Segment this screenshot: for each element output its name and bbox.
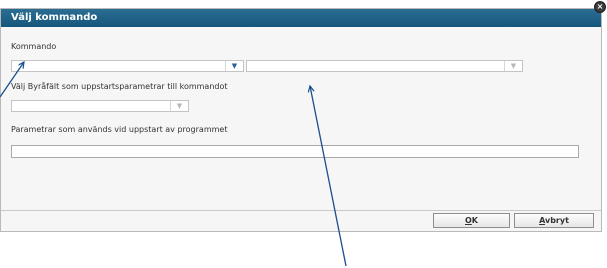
chevron-down-icon[interactable]: ▼: [225, 61, 243, 71]
kommando-dropdown[interactable]: ▼: [11, 60, 244, 72]
parametrar-label: Parametrar som används vid uppstart av p…: [11, 125, 228, 134]
cancel-button[interactable]: Avbryt: [514, 213, 594, 228]
ok-mnemonic: O: [464, 216, 472, 225]
choose-command-dialog: Välj kommando Kommando ▼ ▼ Välj Byråfält…: [0, 8, 602, 232]
kommando-label: Kommando: [11, 42, 57, 51]
kommando-secondary-dropdown[interactable]: ▼: [246, 60, 523, 72]
byrafalt-label: Välj Byråfält som uppstartsparametrar ti…: [11, 82, 228, 91]
chevron-down-icon[interactable]: ▼: [504, 61, 522, 71]
page: Välj kommando Kommando ▼ ▼ Välj Byråfält…: [0, 0, 607, 268]
ok-label-rest: K: [471, 216, 478, 225]
ok-button[interactable]: OK: [433, 213, 510, 228]
cancel-label-rest: vbryt: [544, 216, 569, 225]
parametrar-input[interactable]: [11, 145, 579, 158]
close-icon[interactable]: ×: [594, 1, 606, 13]
dialog-title: Välj kommando: [1, 9, 601, 27]
chevron-down-icon[interactable]: ▼: [170, 101, 188, 111]
footer-divider: [1, 210, 601, 211]
byrafalt-dropdown[interactable]: ▼: [11, 100, 189, 112]
